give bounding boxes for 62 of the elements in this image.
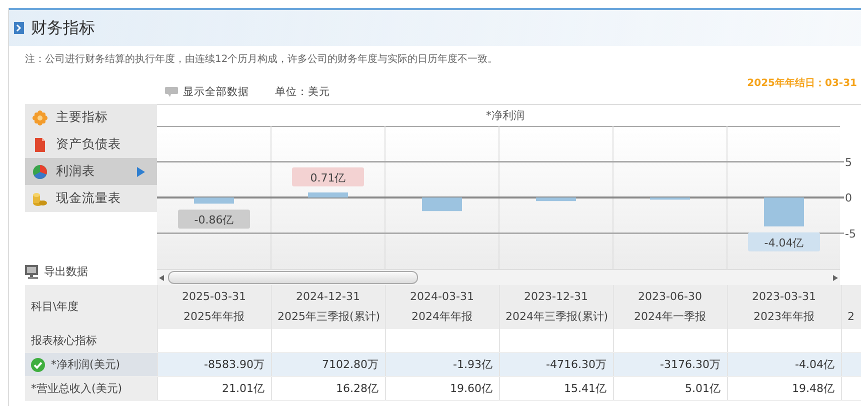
arrow-icon <box>137 166 145 176</box>
table-cell: 16.28亿 <box>271 376 385 400</box>
data-label: 0.71亿 <box>292 167 364 186</box>
sidebar-item[interactable]: 现金流量表 <box>25 185 157 212</box>
data-label: -0.86亿 <box>194 214 234 227</box>
show-all-button[interactable]: 显示全部数据 <box>165 85 249 99</box>
column-header: 2023-06-30 2024年一季报 <box>613 285 727 329</box>
column-header: 科目\年度 <box>25 285 157 329</box>
table-cell: -3176.30万 <box>613 352 727 376</box>
axis-tick-label: 0 <box>845 192 852 204</box>
monitor-icon <box>25 264 41 278</box>
page-title: 财务指标 <box>31 18 95 38</box>
table-cell: -4716.30万 <box>499 352 613 376</box>
sidebar-item[interactable]: 资产负债表 <box>25 131 157 158</box>
export-button[interactable]: 导出数据 <box>25 264 157 279</box>
table-cell: -8583.90万 <box>157 352 271 376</box>
row-label[interactable]: *营业总收入(美元) <box>25 376 157 400</box>
left-arrow-icon <box>159 274 164 280</box>
data-label: 0.71亿 <box>310 171 346 184</box>
column-header: 2 <box>841 285 861 329</box>
section-label: 报表核心指标 <box>25 329 157 352</box>
chart-bar <box>422 198 462 212</box>
table-cell: 15.41亿 <box>499 376 613 400</box>
column-header: 2025-03-31 2025年年报 <box>157 285 271 329</box>
chart-bar <box>650 198 690 200</box>
data-label: -4.04亿 <box>748 232 820 252</box>
table-cell: 21.01亿 <box>157 376 271 400</box>
column-header: 2024-03-31 2024年年报 <box>385 285 499 329</box>
horizontal-scrollbar[interactable] <box>157 269 840 285</box>
column-header: 2023-12-31 2024年三季报(累计) <box>499 285 613 329</box>
unit-label: 单位：美元 <box>275 85 330 99</box>
chart-bar <box>308 192 348 198</box>
data-label: -4.04亿 <box>764 236 804 250</box>
speech-bubble-icon <box>165 87 178 97</box>
table-cell: -1.93亿 <box>385 352 499 376</box>
chart-bar <box>764 198 804 226</box>
table-cell: 7102.80万 <box>271 352 385 376</box>
pie-ball-icon <box>32 164 48 180</box>
row-label[interactable]: *净利润(美元) <box>25 352 157 376</box>
coins-icon <box>32 190 48 206</box>
column-header: 2023-03-31 2023年年报 <box>727 285 841 329</box>
table-cell: -4.04亿 <box>727 352 841 376</box>
table-cell: 19.48亿 <box>727 376 841 400</box>
right-arrow-icon <box>833 274 838 280</box>
sidebar-item[interactable]: 利润表 <box>25 158 157 185</box>
document-icon <box>32 136 48 152</box>
note-text: 注：公司进行财务结算的执行年度，由连续12个历月构成，许多公司的财务年度与实际的日历年度不一致。 <box>24 52 499 67</box>
scrollbar-thumb[interactable] <box>168 271 418 284</box>
fiscal-year-end: 2025年年结日：03-31 <box>747 76 857 90</box>
chevron-icon <box>14 22 24 34</box>
check-icon <box>31 358 45 372</box>
data-label: -0.86亿 <box>178 210 250 229</box>
sidebar-item[interactable]: 主要指标 <box>25 104 157 131</box>
flower-icon <box>32 110 48 126</box>
axis-tick-label: 5 <box>845 156 852 169</box>
table-cell: 5.01亿 <box>613 376 727 400</box>
table-cell: 19.60亿 <box>385 376 499 400</box>
axis-tick-label: -5 <box>845 227 856 240</box>
chart-title: *净利润 <box>485 108 526 124</box>
chart-bar <box>194 198 234 204</box>
chart-bar <box>536 198 576 202</box>
column-header: 2024-12-31 2025年三季报(累计) <box>271 285 385 329</box>
